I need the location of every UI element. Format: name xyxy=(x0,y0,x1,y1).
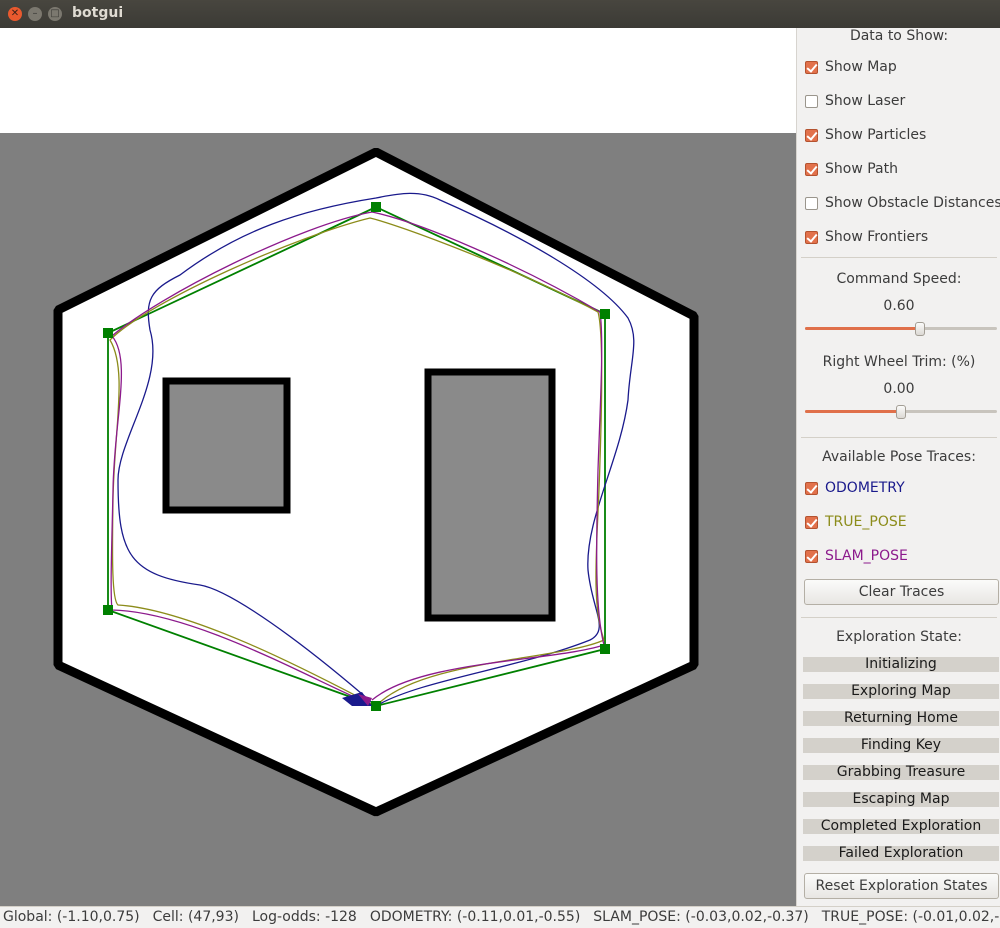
control-panel: Data to Show: Show Map Show Laser Show P… xyxy=(796,28,1000,906)
checkbox-label: Show Laser xyxy=(825,93,906,109)
obstacle-right xyxy=(424,368,556,622)
global-coordinates: Global: (-1.10,0.75) xyxy=(3,909,140,925)
state-initializing: Initializing xyxy=(803,657,999,672)
waypoint-marker xyxy=(103,328,113,338)
reset-exploration-states-button[interactable]: Reset Exploration States xyxy=(804,873,999,899)
obstacle-left xyxy=(162,377,291,514)
map-view[interactable] xyxy=(0,28,796,906)
slider-fill xyxy=(805,327,920,330)
waypoint-marker xyxy=(103,605,113,615)
close-window-button[interactable]: ✕ xyxy=(8,7,22,21)
show-particles-checkbox[interactable]: Show Particles xyxy=(805,125,926,145)
state-returning-home: Returning Home xyxy=(803,711,999,726)
clear-traces-button[interactable]: Clear Traces xyxy=(804,579,999,605)
command-speed-slider[interactable] xyxy=(805,322,997,336)
slider-handle[interactable] xyxy=(896,405,906,419)
show-obstacle-distances-checkbox[interactable]: Show Obstacle Distances xyxy=(805,193,1000,213)
checkbox-indicator[interactable] xyxy=(805,515,818,529)
checkbox-indicator[interactable] xyxy=(805,230,818,244)
waypoint-marker xyxy=(600,644,610,654)
divider xyxy=(801,617,997,618)
status-bar: Global: (-1.10,0.75) Cell: (47,93) Log-odd… xyxy=(0,906,1000,928)
checkbox-label: Show Obstacle Distances xyxy=(825,195,1000,211)
title-bar: ✕ – □ botgui xyxy=(0,0,1000,28)
checkbox-indicator[interactable] xyxy=(805,94,818,108)
pose-traces-header: Available Pose Traces: xyxy=(822,449,976,465)
odometry-trace-checkbox[interactable]: ODOMETRY xyxy=(805,478,905,498)
state-grabbing-treasure: Grabbing Treasure xyxy=(803,765,999,780)
cell-coordinates: Cell: (47,93) xyxy=(152,909,239,925)
checkbox-indicator[interactable] xyxy=(805,196,818,210)
checkbox-label: Show Map xyxy=(825,59,897,75)
wheel-trim-slider[interactable] xyxy=(805,405,997,419)
waypoint-marker xyxy=(371,202,381,212)
wheel-trim-label: Right Wheel Trim: (%) xyxy=(822,354,976,370)
checkbox-label: TRUE_POSE xyxy=(825,514,907,530)
checkbox-label: Show Path xyxy=(825,161,898,177)
checkbox-label: ODOMETRY xyxy=(825,480,905,496)
checkbox-label: SLAM_POSE xyxy=(825,548,908,564)
state-exploring-map: Exploring Map xyxy=(803,684,999,699)
show-laser-checkbox[interactable]: Show Laser xyxy=(805,91,905,111)
odometry-pose: ODOMETRY: (-0.11,0.01,-0.55) xyxy=(369,909,581,925)
window-title: botgui xyxy=(72,5,124,21)
true-pose-trace-checkbox[interactable]: TRUE_POSE xyxy=(805,512,907,532)
checkbox-label: Show Particles xyxy=(825,127,927,143)
data-to-show-header: Data to Show: xyxy=(849,28,949,44)
slider-handle[interactable] xyxy=(915,322,925,336)
command-speed-value: 0.60 xyxy=(883,298,915,314)
state-failed-exploration: Failed Exploration xyxy=(803,846,999,861)
show-map-checkbox[interactable]: Show Map xyxy=(805,57,897,77)
waypoint-marker xyxy=(600,309,610,319)
checkbox-indicator[interactable] xyxy=(805,481,818,495)
wheel-trim-value: 0.00 xyxy=(883,381,915,397)
command-speed-label: Command Speed: xyxy=(836,271,962,287)
show-frontiers-checkbox[interactable]: Show Frontiers xyxy=(805,227,928,247)
slam-pose: SLAM_POSE: (-0.03,0.02,-0.37) xyxy=(593,909,809,925)
state-completed-exploration: Completed Exploration xyxy=(803,819,999,834)
log-odds-value: Log-odds: -128 xyxy=(251,909,357,925)
true-pose: TRUE_POSE: (-0.01,0.02,-0.34) xyxy=(821,909,1000,925)
slider-fill xyxy=(805,410,901,413)
divider xyxy=(801,257,997,258)
checkbox-indicator[interactable] xyxy=(805,162,818,176)
free-space-region xyxy=(53,147,699,817)
state-escaping-map: Escaping Map xyxy=(803,792,999,807)
maximize-window-button[interactable]: □ xyxy=(48,7,62,21)
waypoint-marker xyxy=(371,701,381,711)
checkbox-indicator[interactable] xyxy=(805,549,818,563)
checkbox-label: Show Frontiers xyxy=(825,229,929,245)
exploration-state-header: Exploration State: xyxy=(836,629,962,645)
show-path-checkbox[interactable]: Show Path xyxy=(805,159,898,179)
divider xyxy=(801,437,997,438)
occupancy-map-canvas[interactable] xyxy=(0,28,796,906)
slam-pose-trace-checkbox[interactable]: SLAM_POSE xyxy=(805,546,908,566)
checkbox-indicator[interactable] xyxy=(805,128,818,142)
checkbox-indicator[interactable] xyxy=(805,60,818,74)
minimize-window-button[interactable]: – xyxy=(28,7,42,21)
state-finding-key: Finding Key xyxy=(803,738,999,753)
